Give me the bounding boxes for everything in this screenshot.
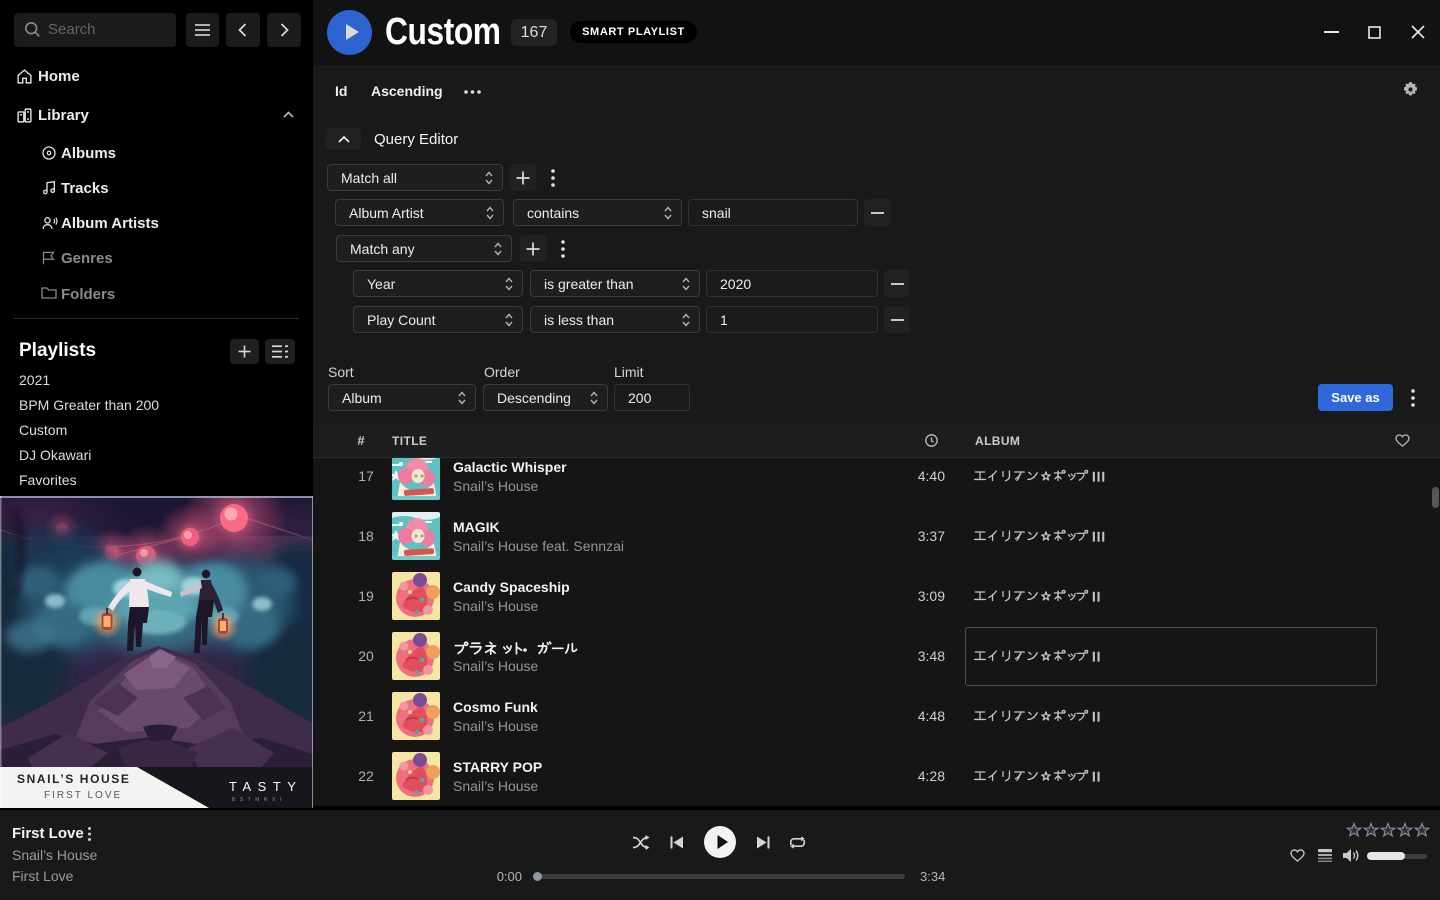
svg-text:SNAIL’S HOUSE: SNAIL’S HOUSE [17,772,130,786]
svg-text:FIRST LOVE: FIRST LOVE [44,790,122,801]
svg-text:TASTY: TASTY [229,779,302,794]
svg-text:BSTMRXI: BSTMRXI [232,797,286,803]
